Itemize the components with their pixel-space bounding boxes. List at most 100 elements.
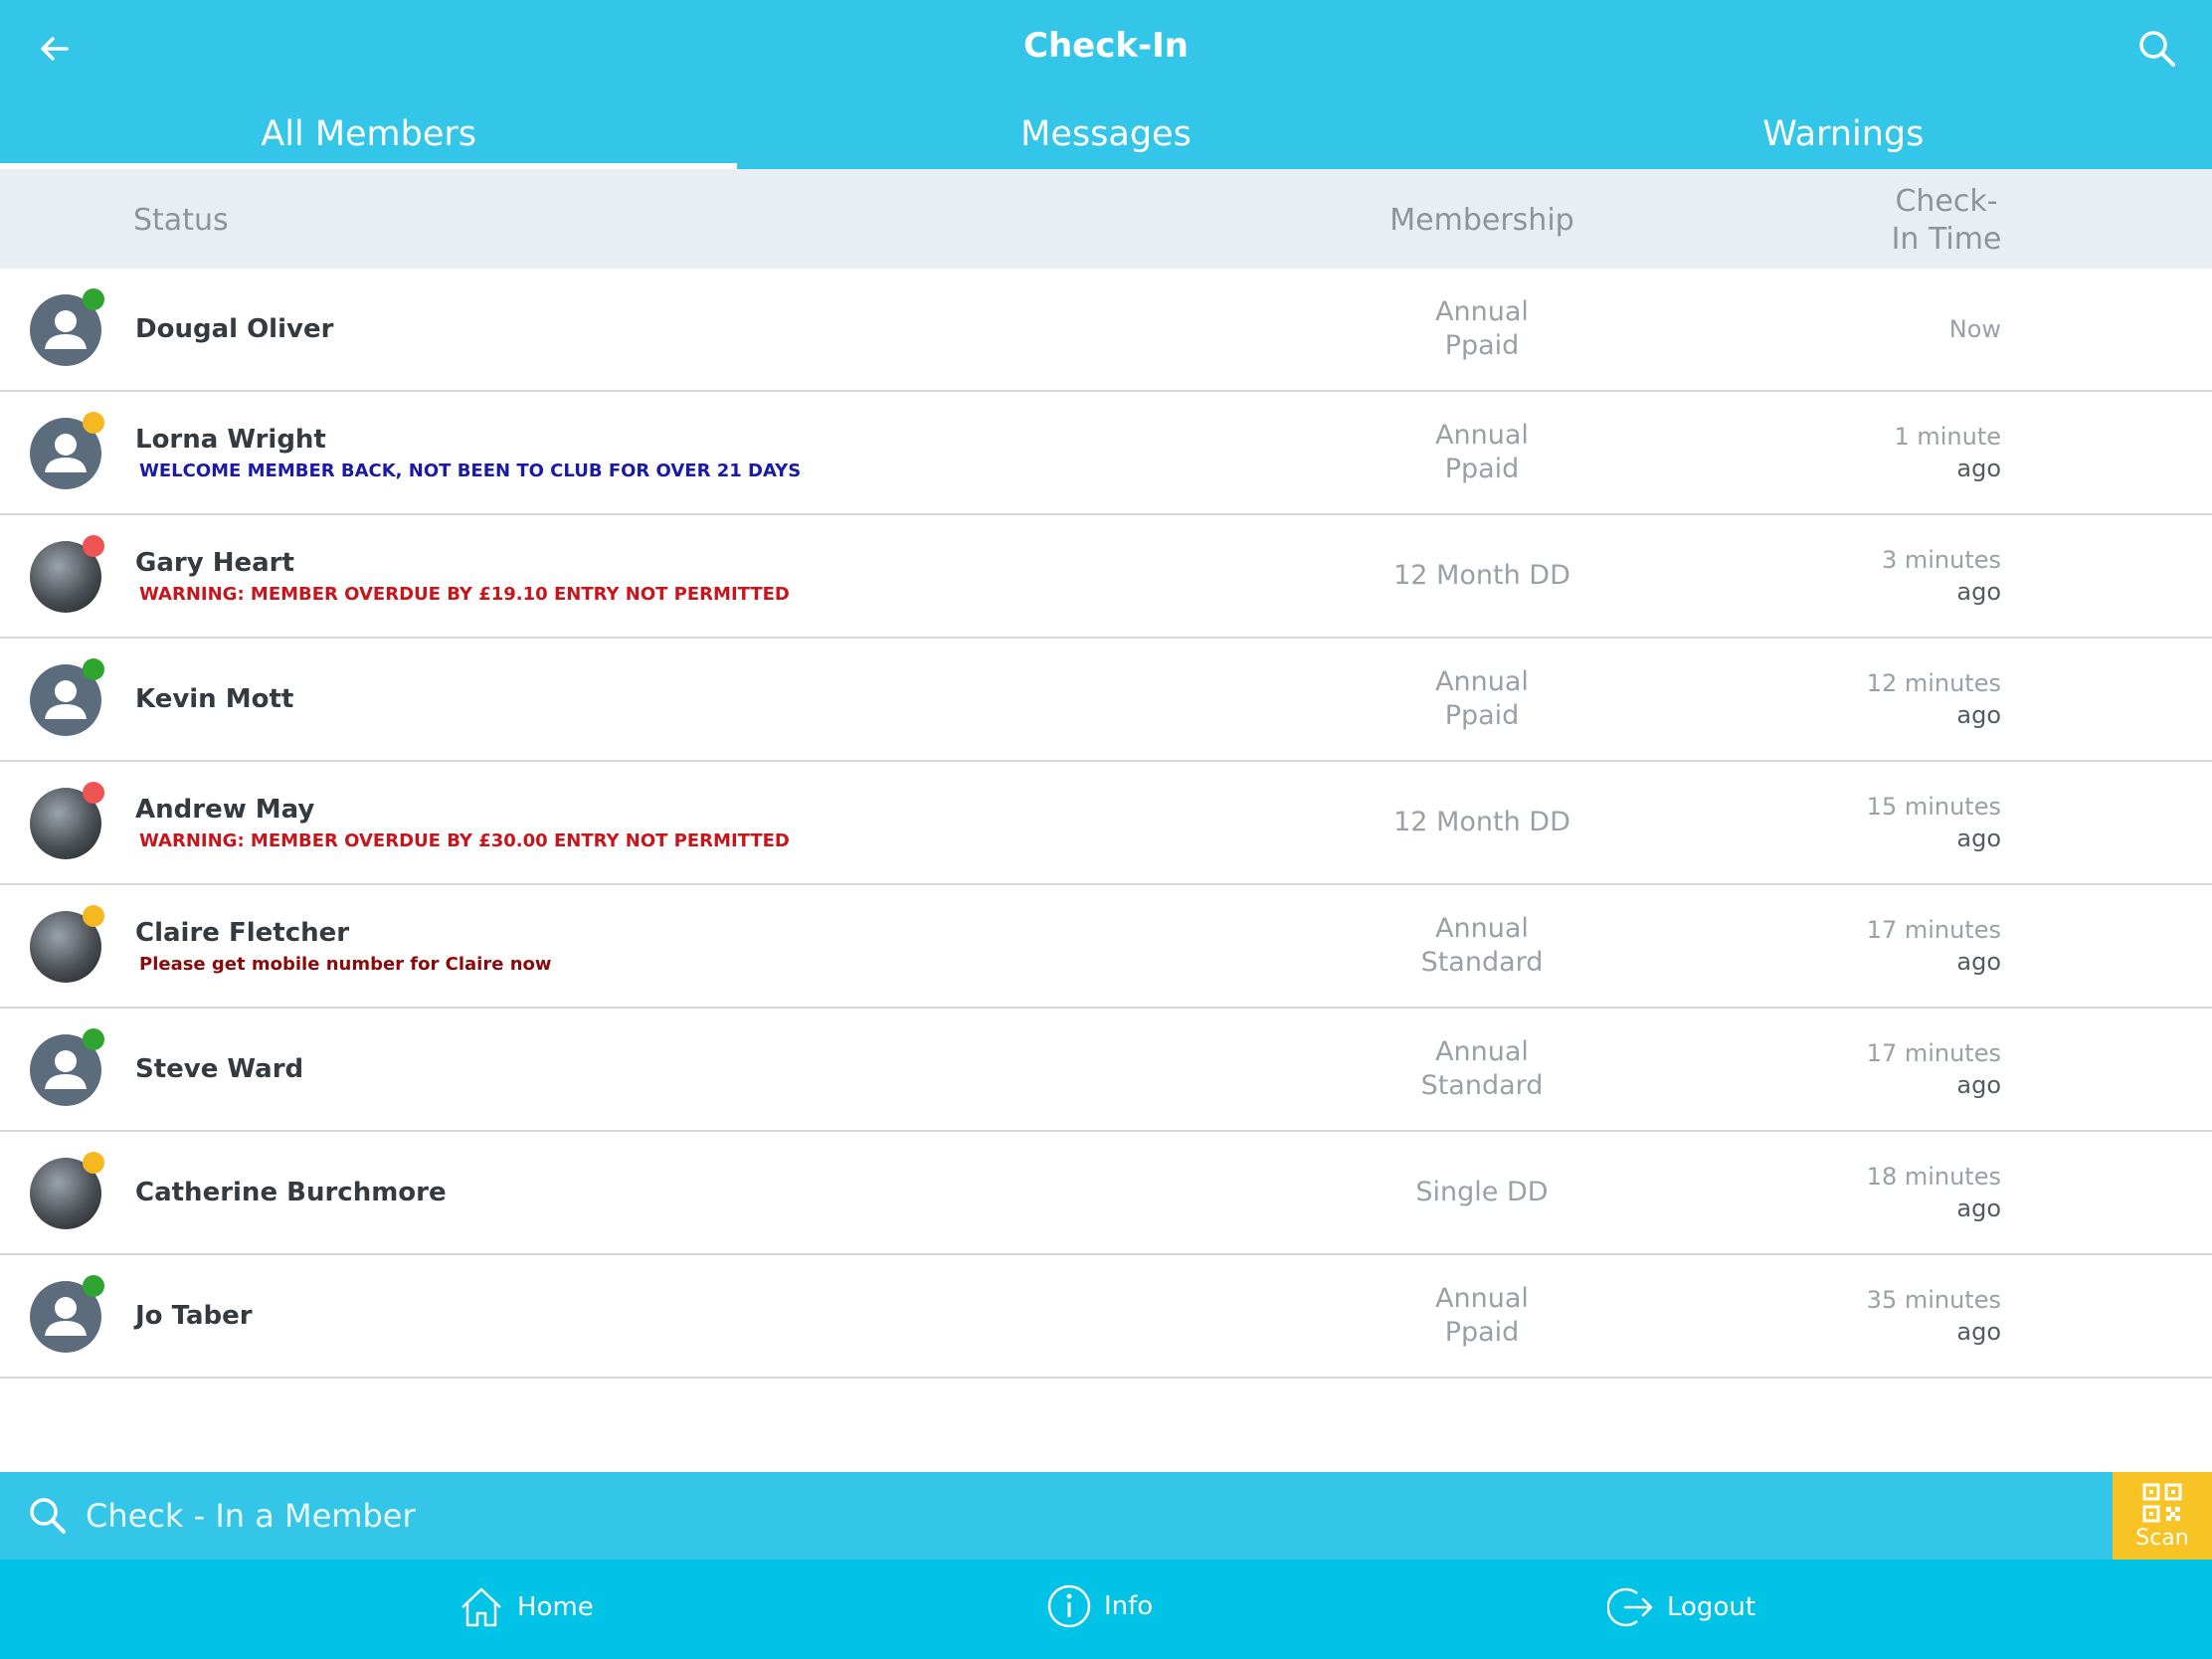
member-list: Dougal Oliver Annual Ppaid Now Lorna Wright… <box>0 269 2212 1379</box>
member-info: Dougal Oliver <box>135 269 333 390</box>
checkin-time: 17 minutes ago <box>1770 1009 2001 1130</box>
search-icon <box>30 1498 66 1534</box>
membership-type: 12 Month DD <box>1393 807 1570 837</box>
member-row[interactable]: Steve Ward Annual Standard 17 minutes ago <box>0 1009 2212 1132</box>
checkin-time-value: 3 minutes <box>1881 546 2001 574</box>
member-row[interactable]: Andrew May WARNING: MEMBER OVERDUE BY £30… <box>0 762 2212 885</box>
nav-logout-label: Logout <box>1667 1592 1756 1622</box>
nav-info-button[interactable]: Info <box>1046 1583 1153 1629</box>
logout-icon <box>1607 1587 1653 1627</box>
member-row[interactable]: Dougal Oliver Annual Ppaid Now <box>0 269 2212 392</box>
membership-type: Annual Ppaid <box>1435 1283 1529 1348</box>
nav-home-button[interactable]: Home <box>458 1583 594 1631</box>
checkin-time-suffix: ago <box>1956 455 2001 482</box>
status-indicator <box>83 535 104 557</box>
member-message: Please get mobile number for Claire now <box>139 953 552 975</box>
checkin-time-value: 12 minutes <box>1866 669 2001 697</box>
checkin-search-bar[interactable] <box>0 1472 2113 1560</box>
member-name: Kevin Mott <box>135 684 294 714</box>
checkin-time: 17 minutes ago <box>1770 885 2001 1007</box>
member-info: Kevin Mott <box>135 639 293 760</box>
checkin-time: Now <box>1770 269 2001 390</box>
top-bar: Check-In All Members Messages Warnings <box>0 0 2212 169</box>
tab-all-members[interactable]: All Members <box>0 99 738 169</box>
checkin-time-suffix: ago <box>1956 948 2001 976</box>
checkin-time-value: 18 minutes <box>1866 1163 2001 1191</box>
member-info: Steve Ward <box>135 1009 303 1130</box>
membership-type: Annual Standard <box>1420 913 1544 978</box>
membership-type: Annual Standard <box>1420 1036 1544 1101</box>
info-icon <box>1047 1584 1091 1628</box>
page-title: Check-In <box>1023 26 1189 66</box>
nav-home-label: Home <box>517 1592 594 1622</box>
checkin-time-suffix: ago <box>1956 1318 2001 1346</box>
status-indicator <box>83 658 104 680</box>
member-info: Claire Fletcher Please get mobile number … <box>135 885 552 1007</box>
column-header-status[interactable]: Status <box>133 203 229 238</box>
checkin-time-value: 35 minutes <box>1866 1286 2001 1314</box>
status-indicator <box>83 782 104 804</box>
member-row[interactable]: Jo Taber Annual Ppaid 35 minutes ago <box>0 1255 2212 1379</box>
status-indicator <box>83 412 104 434</box>
scan-button[interactable]: Scan <box>2113 1472 2212 1560</box>
checkin-time-suffix: ago <box>1956 825 2001 852</box>
home-icon <box>461 1587 501 1627</box>
nav-info-label: Info <box>1104 1591 1154 1621</box>
checkin-time-value: 17 minutes <box>1866 916 2001 944</box>
member-name: Gary Heart <box>135 547 294 578</box>
member-row[interactable]: Lorna Wright WELCOME MEMBER BACK, NOT BEE… <box>0 392 2212 515</box>
checkin-time: 1 minute ago <box>1770 392 2001 513</box>
checkin-time: 3 minutes ago <box>1770 515 2001 637</box>
member-message: WELCOME MEMBER BACK, NOT BEEN TO CLUB FO… <box>139 460 802 481</box>
member-info: Lorna Wright WELCOME MEMBER BACK, NOT BEE… <box>135 392 801 513</box>
status-indicator <box>83 288 104 310</box>
checkin-member-input[interactable] <box>86 1492 1975 1540</box>
membership-type: Single DD <box>1415 1177 1549 1207</box>
checkin-time-suffix: ago <box>1956 701 2001 729</box>
member-name: Lorna Wright <box>135 424 326 455</box>
member-info: Gary Heart WARNING: MEMBER OVERDUE BY £19… <box>135 515 790 637</box>
tab-bar: All Members Messages Warnings <box>0 99 2212 169</box>
checkin-time: 15 minutes ago <box>1770 762 2001 883</box>
search-icon <box>2139 31 2175 67</box>
qr-code-icon <box>2142 1483 2182 1522</box>
membership-type: 12 Month DD <box>1393 560 1570 591</box>
bottom-nav: Home Info Logout <box>0 1560 2212 1659</box>
member-name: Claire Fletcher <box>135 917 350 948</box>
nav-logout-button[interactable]: Logout <box>1607 1583 1755 1631</box>
member-name: Catherine Burchmore <box>135 1178 447 1207</box>
checkin-time-value: 15 minutes <box>1866 793 2001 821</box>
membership-type: Annual Ppaid <box>1435 420 1529 484</box>
member-row[interactable]: Claire Fletcher Please get mobile number … <box>0 885 2212 1009</box>
member-name: Steve Ward <box>135 1054 304 1084</box>
column-header-checkin-time[interactable]: Check- In Time <box>1847 183 2046 259</box>
checkin-time-suffix: ago <box>1956 578 2001 606</box>
search-button[interactable] <box>2132 24 2182 74</box>
tab-messages[interactable]: Messages <box>737 99 1474 169</box>
checkin-time: 18 minutes ago <box>1770 1132 2001 1253</box>
member-message: WARNING: MEMBER OVERDUE BY £30.00 ENTRY … <box>139 830 790 851</box>
checkin-time-value: 17 minutes <box>1866 1039 2001 1067</box>
member-row[interactable]: Gary Heart WARNING: MEMBER OVERDUE BY £19… <box>0 515 2212 639</box>
status-indicator <box>83 905 104 927</box>
checkin-time-value: Now <box>1948 315 2001 343</box>
status-indicator <box>83 1152 104 1174</box>
checkin-time: 12 minutes ago <box>1770 639 2001 760</box>
membership-type: Annual Ppaid <box>1435 666 1529 731</box>
membership-type: Annual Ppaid <box>1435 296 1529 361</box>
member-info: Andrew May WARNING: MEMBER OVERDUE BY £30… <box>135 762 790 883</box>
tab-warnings[interactable]: Warnings <box>1475 99 2212 169</box>
member-info: Jo Taber <box>135 1255 253 1377</box>
member-info: Catherine Burchmore <box>135 1132 447 1253</box>
status-indicator <box>83 1028 104 1050</box>
scan-label: Scan <box>2135 1525 2189 1551</box>
member-name: Andrew May <box>135 794 315 825</box>
column-header-membership[interactable]: Membership <box>1293 203 1671 238</box>
checkin-time-value: 1 minute <box>1894 423 2001 451</box>
member-row[interactable]: Catherine Burchmore Single DD 18 minutes ag… <box>0 1132 2212 1255</box>
checkin-time-suffix: ago <box>1956 1195 2001 1222</box>
member-message: WARNING: MEMBER OVERDUE BY £19.10 ENTRY … <box>139 583 790 605</box>
member-name: Jo Taber <box>135 1301 253 1331</box>
column-header-bar: Status Membership Check- In Time <box>0 169 2212 269</box>
member-row[interactable]: Kevin Mott Annual Ppaid 12 minutes ago <box>0 639 2212 762</box>
